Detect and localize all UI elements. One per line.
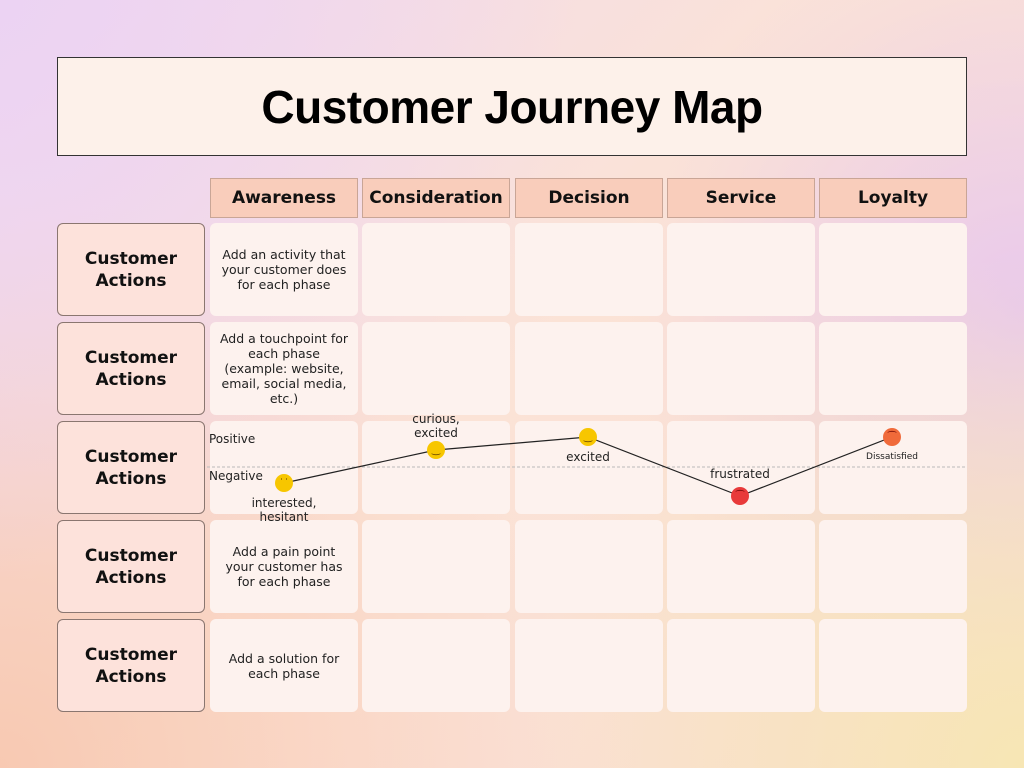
emotion-label: interested, hesitant (251, 496, 317, 524)
emotion-label: frustrated (710, 467, 770, 481)
emotion-label: curious, excited (412, 412, 460, 440)
emotion-curve (207, 436, 967, 497)
emotion-label: excited (566, 450, 610, 464)
confused-face-icon: ˙˙ (275, 474, 293, 492)
happy-face-icon: ‿ (579, 428, 597, 446)
frowning-red-face-icon: ⁀ (731, 487, 749, 505)
emotion-label: Dissatisfied (866, 452, 918, 462)
negative-label: Negative (209, 469, 263, 483)
angry-face-icon: ⁀ (883, 428, 901, 446)
smiling-face-icon: ‿ (427, 441, 445, 459)
positive-label: Positive (209, 432, 256, 446)
